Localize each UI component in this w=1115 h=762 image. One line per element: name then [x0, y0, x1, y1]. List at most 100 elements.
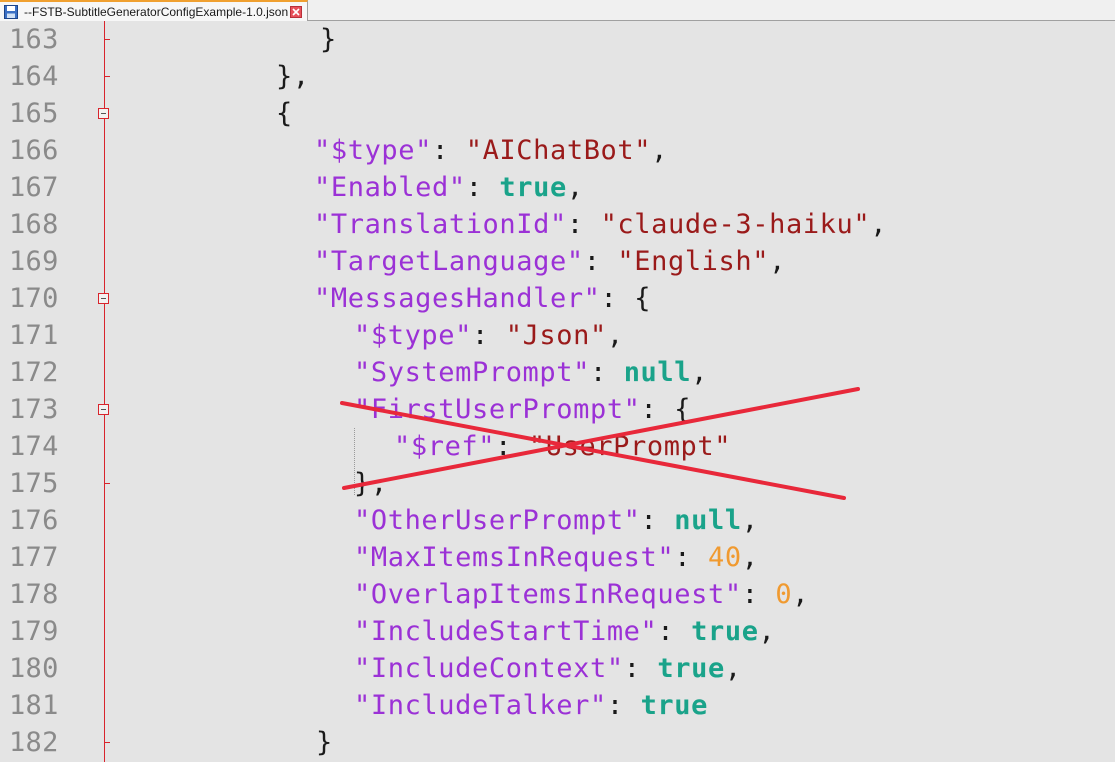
line-number: 168 — [9, 209, 59, 240]
code-text: "TargetLanguage": "English", — [314, 243, 786, 280]
line-number: 163 — [9, 24, 59, 55]
token-kw: true — [691, 616, 759, 647]
code-line[interactable]: 175}, — [0, 465, 1115, 502]
code-line[interactable]: 167 "Enabled": true, — [0, 169, 1115, 206]
code-line[interactable]: 181 "IncludeTalker": true — [0, 687, 1115, 724]
code-text: "OverlapItemsInRequest": 0, — [354, 576, 809, 613]
code-line[interactable]: 172 "SystemPrompt": null, — [0, 354, 1115, 391]
fold-toggle-icon[interactable] — [98, 404, 109, 415]
token-punct: , — [758, 616, 776, 647]
code-text: } — [316, 724, 333, 761]
token-punct: : — [741, 579, 776, 610]
token-key: "OverlapItemsInRequest" — [354, 579, 742, 610]
line-number: 176 — [9, 505, 59, 536]
code-line[interactable]: 169 "TargetLanguage": "English", — [0, 243, 1115, 280]
token-kw: true — [640, 690, 708, 721]
token-key: "TranslationId" — [314, 209, 567, 240]
code-editor[interactable]: 163} 164}, 165{166 "$type": "AIChatBot", 167… — [0, 21, 1115, 762]
fold-toggle-icon[interactable] — [98, 108, 109, 119]
token-key: "MessagesHandler" — [314, 283, 601, 314]
line-number: 170 — [9, 283, 59, 314]
code-line[interactable]: 177 "MaxItemsInRequest": 40, — [0, 539, 1115, 576]
token-key: "IncludeTalker" — [354, 690, 607, 721]
token-key: "$type" — [354, 320, 472, 351]
code-text: }, — [276, 58, 310, 95]
line-number: 177 — [9, 542, 59, 573]
token-str: "English" — [617, 246, 770, 277]
fold-end-marker — [104, 76, 110, 77]
token-punct: , — [691, 357, 708, 388]
token-punct: , — [566, 172, 584, 203]
code-text: "IncludeStartTime": true, — [354, 613, 775, 650]
token-kw: null — [674, 505, 742, 536]
code-line[interactable]: 165 { — [0, 95, 1115, 132]
token-key: "IncludeContext" — [354, 653, 624, 684]
token-str: "AIChatBot" — [465, 135, 652, 166]
token-punct: : — [566, 209, 601, 240]
token-punct: : { — [600, 283, 652, 314]
close-icon[interactable] — [290, 5, 302, 18]
token-punct: : — [472, 320, 506, 351]
line-number: 171 — [9, 320, 59, 351]
token-punct: }, — [354, 468, 388, 499]
token-punct: { — [276, 98, 293, 129]
token-key: "OtherUserPrompt" — [354, 505, 641, 536]
token-num: 40 — [707, 542, 742, 573]
code-line[interactable]: 182} — [0, 724, 1115, 761]
fold-end-marker — [104, 742, 110, 743]
tab-title: --FSTB-SubtitleGeneratorConfigExample-1.… — [24, 4, 289, 19]
line-number: 173 — [9, 394, 59, 425]
code-text: { — [276, 95, 293, 132]
code-line[interactable]: 164}, — [0, 58, 1115, 95]
token-punct: , — [606, 320, 624, 351]
code-text: "$type": "AIChatBot", — [314, 132, 668, 169]
token-kw: true — [499, 172, 567, 203]
code-text: "IncludeContext": true, — [354, 650, 742, 687]
token-key: "$type" — [314, 135, 432, 166]
token-punct: , — [651, 135, 668, 166]
code-line[interactable]: 179 "IncludeStartTime": true, — [0, 613, 1115, 650]
line-number: 174 — [9, 431, 59, 462]
code-line[interactable]: 168 "TranslationId": "claude-3-haiku", — [0, 206, 1115, 243]
code-line[interactable]: 176 "OtherUserPrompt": null, — [0, 502, 1115, 539]
token-punct: : — [465, 172, 500, 203]
code-line[interactable]: 178 "OverlapItemsInRequest": 0, — [0, 576, 1115, 613]
line-number: 166 — [9, 135, 59, 166]
code-text: "$ref": "UserPrompt" — [394, 428, 731, 465]
line-number: 182 — [9, 727, 59, 758]
code-line[interactable]: 180 "IncludeContext": true, — [0, 650, 1115, 687]
code-text: "FirstUserPrompt": { — [354, 391, 691, 428]
code-text: }, — [354, 465, 388, 502]
line-number: 178 — [9, 579, 59, 610]
code-line[interactable]: 163} — [0, 21, 1115, 58]
line-number: 165 — [9, 98, 59, 129]
tab-bar: --FSTB-SubtitleGeneratorConfigExample-1.… — [0, 0, 1115, 21]
line-number: 179 — [9, 616, 59, 647]
code-line[interactable]: 173 "FirstUserPrompt": { — [0, 391, 1115, 428]
token-str: "claude-3-haiku" — [600, 209, 871, 240]
token-punct: : — [657, 616, 692, 647]
code-line[interactable]: 170 "MessagesHandler": { — [0, 280, 1115, 317]
code-line[interactable]: 166 "$type": "AIChatBot", — [0, 132, 1115, 169]
code-text: "MaxItemsInRequest": 40, — [354, 539, 759, 576]
token-punct: : — [589, 357, 624, 388]
indent-guide — [354, 428, 356, 495]
code-line[interactable]: 174 "$ref": "UserPrompt" — [0, 428, 1115, 465]
code-text: "MessagesHandler": { — [314, 280, 651, 317]
token-punct: } — [320, 24, 337, 55]
tab-config-file[interactable]: --FSTB-SubtitleGeneratorConfigExample-1.… — [0, 0, 308, 21]
token-kw: null — [623, 357, 692, 388]
code-line[interactable]: 171 "$type": "Json", — [0, 317, 1115, 354]
editor-window: --FSTB-SubtitleGeneratorConfigExample-1.… — [0, 0, 1115, 762]
code-text: "IncludeTalker": true — [354, 687, 708, 724]
line-number: 181 — [9, 690, 59, 721]
token-punct: , — [769, 246, 786, 277]
floppy-disk-icon — [4, 4, 18, 19]
token-str: "UserPrompt" — [528, 431, 732, 462]
token-punct: : — [606, 690, 641, 721]
token-key: "FirstUserPrompt" — [354, 394, 641, 425]
token-punct: , — [741, 505, 759, 536]
code-text: "TranslationId": "claude-3-haiku", — [314, 206, 887, 243]
fold-toggle-icon[interactable] — [98, 293, 109, 304]
code-text: "OtherUserPrompt": null, — [354, 502, 759, 539]
